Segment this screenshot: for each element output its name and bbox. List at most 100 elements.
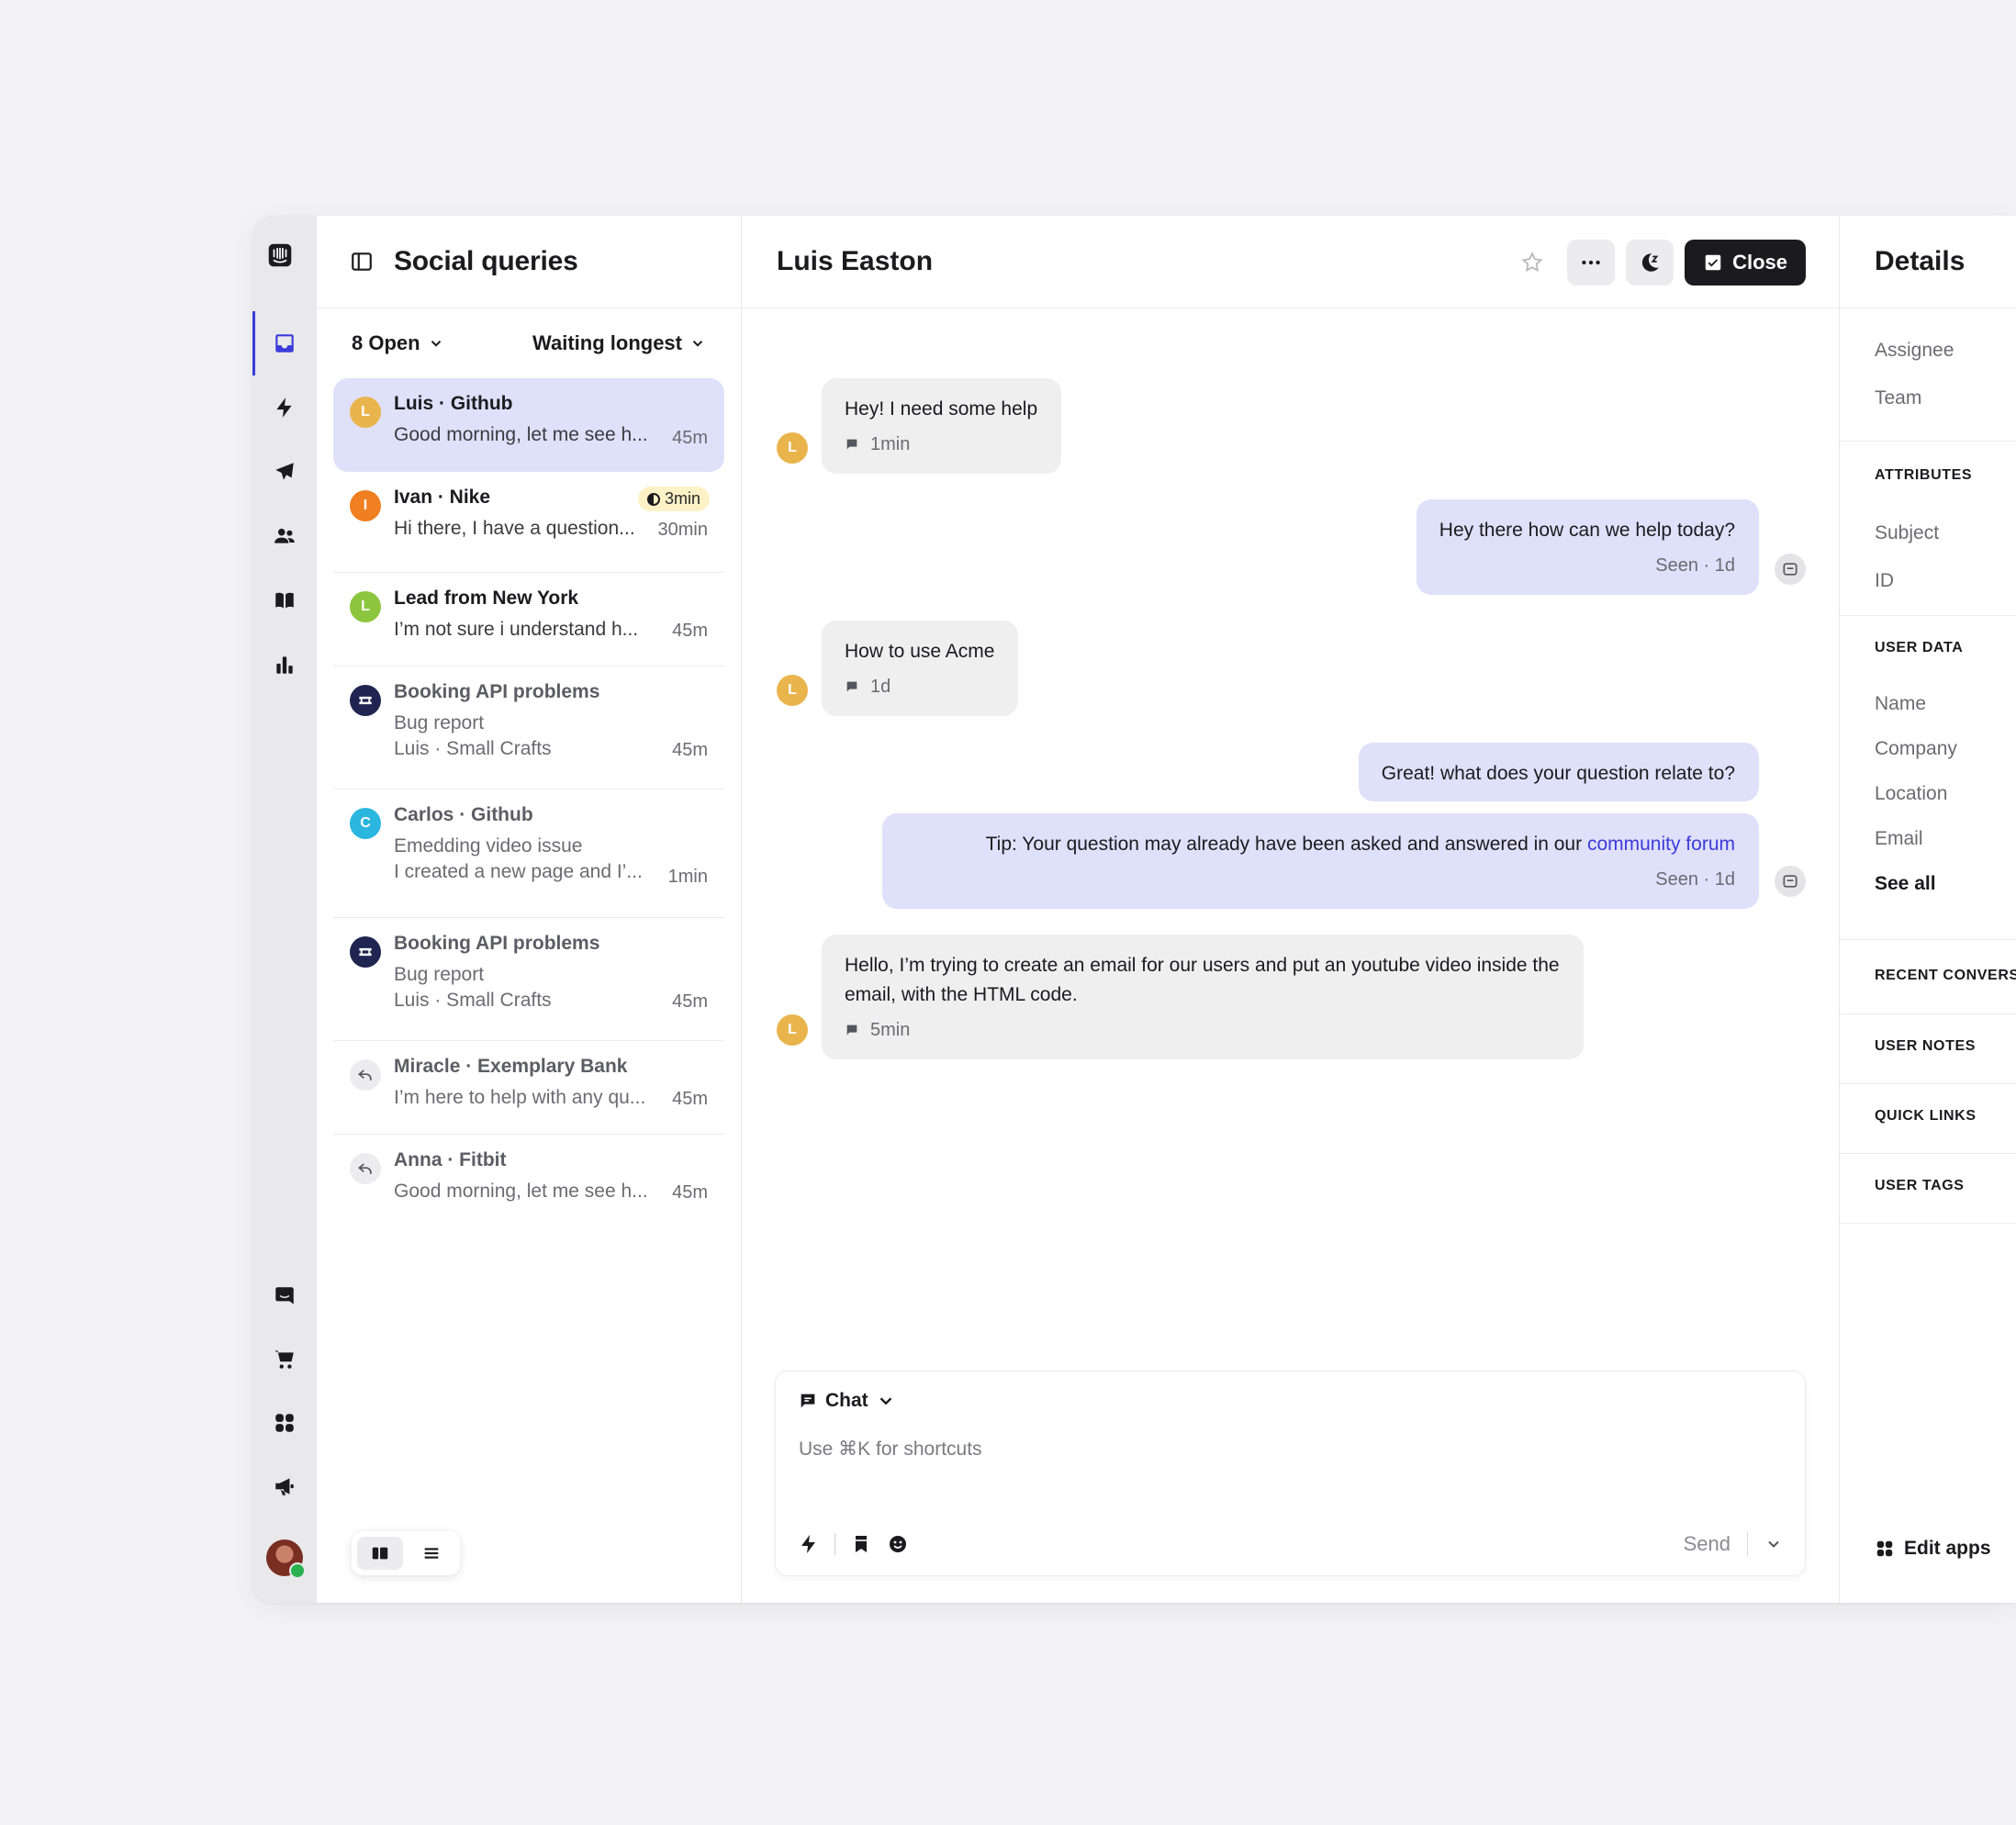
assignment-section: Assignee Team	[1840, 308, 2016, 442]
assignee-field[interactable]: Assignee	[1875, 340, 2016, 362]
conversation-list: L Luis · Github Good morning, let me see…	[317, 378, 741, 1228]
user-notes-header[interactable]: USER NOTES	[1875, 1038, 2016, 1055]
attributes-header[interactable]: ATTRIBUTES	[1875, 467, 2016, 484]
user-data-header[interactable]: USER DATA	[1875, 640, 2016, 656]
conversation-item[interactable]: Anna · Fitbit Good morning, let me see h…	[333, 1135, 724, 1228]
conversation-time: 45m	[672, 1089, 708, 1109]
message-time: 1min	[870, 434, 911, 454]
conversation-list-panel: Social queries 8 Open Waiting longest L …	[317, 216, 742, 1603]
bolt-icon[interactable]	[798, 1533, 820, 1555]
inbox-app: Social queries 8 Open Waiting longest L …	[252, 216, 2016, 1603]
snooze-icon	[1641, 253, 1659, 272]
star-icon[interactable]	[1508, 240, 1556, 286]
intercom-logo-icon[interactable]	[268, 243, 301, 276]
composer-mode-label: Chat	[825, 1390, 868, 1411]
id-field[interactable]: ID	[1875, 570, 2016, 592]
chevron-down-icon	[431, 341, 441, 347]
seen-channel-icon	[1775, 866, 1806, 897]
composer-mode-dropdown[interactable]: Chat	[798, 1390, 896, 1412]
messenger-icon[interactable]	[252, 1272, 317, 1320]
inbox-check-icon	[1705, 254, 1721, 271]
conversation-item[interactable]: L Lead from New York I’m not sure i unde…	[333, 573, 724, 666]
tip-text: Tip: Your question may already have been…	[985, 834, 1587, 855]
chevron-down-icon	[879, 1397, 892, 1405]
edit-apps-button[interactable]: Edit apps	[1875, 1538, 1991, 1560]
reply-icon	[350, 1153, 381, 1184]
snooze-button[interactable]	[1626, 240, 1674, 286]
company-field[interactable]: Company	[1875, 738, 2016, 760]
composer-input[interactable]: Use ⌘K for shortcuts	[799, 1438, 982, 1461]
conversation-item[interactable]: L Luis · Github Good morning, let me see…	[333, 378, 724, 472]
conversation-name: Lead from New York	[394, 588, 579, 609]
recent-conversations-header[interactable]: RECENT CONVERS	[1875, 968, 2016, 984]
conversation-preview: Bug report	[394, 964, 485, 985]
message-text: How to use Acme	[845, 641, 995, 662]
more-options-button[interactable]	[1567, 240, 1616, 286]
conversation-name: Anna · Fitbit	[394, 1149, 507, 1170]
message-incoming: How to use Acme 1d	[822, 621, 1019, 716]
user-avatar[interactable]	[266, 1539, 306, 1579]
users-icon[interactable]	[252, 512, 317, 560]
user-tags-section: USER TAGS	[1840, 1154, 2016, 1224]
split-view-icon[interactable]	[357, 1537, 403, 1570]
conversation-item[interactable]: Booking API problems Bug report Luis · S…	[333, 666, 724, 789]
recent-conversations-section: RECENT CONVERS	[1840, 940, 2016, 1014]
chevron-down-icon[interactable]	[1764, 1535, 1783, 1553]
message-meta: 5min	[845, 1015, 1560, 1045]
bookmark-icon[interactable]	[850, 1533, 872, 1555]
user-data-section: USER DATA Name Company Location Email Se…	[1840, 616, 2016, 940]
paper-plane-icon[interactable]	[252, 448, 317, 496]
chat-bubble-icon	[846, 1024, 857, 1036]
sidebar-toggle-icon[interactable]	[350, 250, 374, 274]
open-filter-label: 8 Open	[352, 331, 420, 354]
apps-grid-icon	[1876, 1540, 1893, 1557]
bolt-icon[interactable]	[252, 384, 317, 431]
conversation-item[interactable]: Miracle · Exemplary Bank I’m here to hel…	[333, 1041, 724, 1135]
message-outgoing: Tip: Your question may already have been…	[882, 813, 1759, 909]
subject-field[interactable]: Subject	[1875, 522, 2016, 544]
conversation-item[interactable]: C Carlos · Github Emedding video issue I…	[333, 789, 724, 918]
message-outgoing: Great! what does your question relate to…	[1358, 743, 1759, 801]
bar-chart-icon[interactable]	[252, 641, 317, 689]
team-field[interactable]: Team	[1875, 387, 2016, 409]
location-field[interactable]: Location	[1875, 783, 2016, 805]
message-meta: Seen · 1d	[1439, 551, 1735, 580]
message-time: 1d	[870, 677, 891, 697]
quick-links-header[interactable]: QUICK LINKS	[1875, 1108, 2016, 1125]
message-time: 5min	[870, 1020, 911, 1040]
contact-avatar: C	[350, 808, 381, 839]
send-divider	[1747, 1531, 1748, 1557]
emoji-icon[interactable]	[887, 1533, 909, 1555]
contact-avatar: L	[350, 591, 381, 622]
community-forum-link[interactable]: community forum	[1587, 834, 1735, 855]
name-field[interactable]: Name	[1875, 693, 2016, 715]
conversation-item[interactable]: I Ivan · Nike Hi there, I have a questio…	[333, 472, 724, 573]
chat-header: Luis Easton Close	[742, 216, 1839, 308]
conversation-preview: Hi there, I have a question...	[394, 518, 635, 539]
email-field[interactable]: Email	[1875, 828, 2016, 850]
user-notes-section: USER NOTES	[1840, 1014, 2016, 1084]
message-status: Seen · 1d	[1655, 555, 1735, 576]
apps-grid-icon[interactable]	[252, 1399, 317, 1447]
message-meta: Seen · 1d	[905, 865, 1735, 894]
user-tags-header[interactable]: USER TAGS	[1875, 1178, 2016, 1194]
edit-apps-label: Edit apps	[1904, 1538, 1991, 1559]
conversation-name: Booking API problems	[394, 933, 600, 954]
book-icon[interactable]	[252, 577, 317, 624]
conversation-time: 45m	[672, 740, 708, 760]
sort-dropdown[interactable]: Waiting longest	[532, 331, 706, 355]
megaphone-icon[interactable]	[252, 1462, 317, 1510]
close-conversation-button[interactable]: Close	[1685, 240, 1806, 286]
see-all-link[interactable]: See all	[1875, 873, 2016, 895]
list-view-icon[interactable]	[409, 1537, 454, 1570]
open-filter-dropdown[interactable]: 8 Open	[352, 331, 444, 355]
inbox-icon[interactable]	[252, 311, 317, 375]
cart-icon[interactable]	[252, 1336, 317, 1383]
send-button[interactable]: Send	[1684, 1532, 1730, 1556]
composer-tools	[798, 1533, 909, 1555]
conversation-item[interactable]: Booking API problems Bug report Luis · S…	[333, 918, 724, 1041]
conversation-preview: Bug report	[394, 712, 485, 733]
attributes-section: ATTRIBUTES Subject ID	[1840, 442, 2016, 616]
reply-composer[interactable]: Chat Use ⌘K for shortcuts Send	[775, 1371, 1806, 1576]
chat-icon	[801, 1394, 815, 1408]
